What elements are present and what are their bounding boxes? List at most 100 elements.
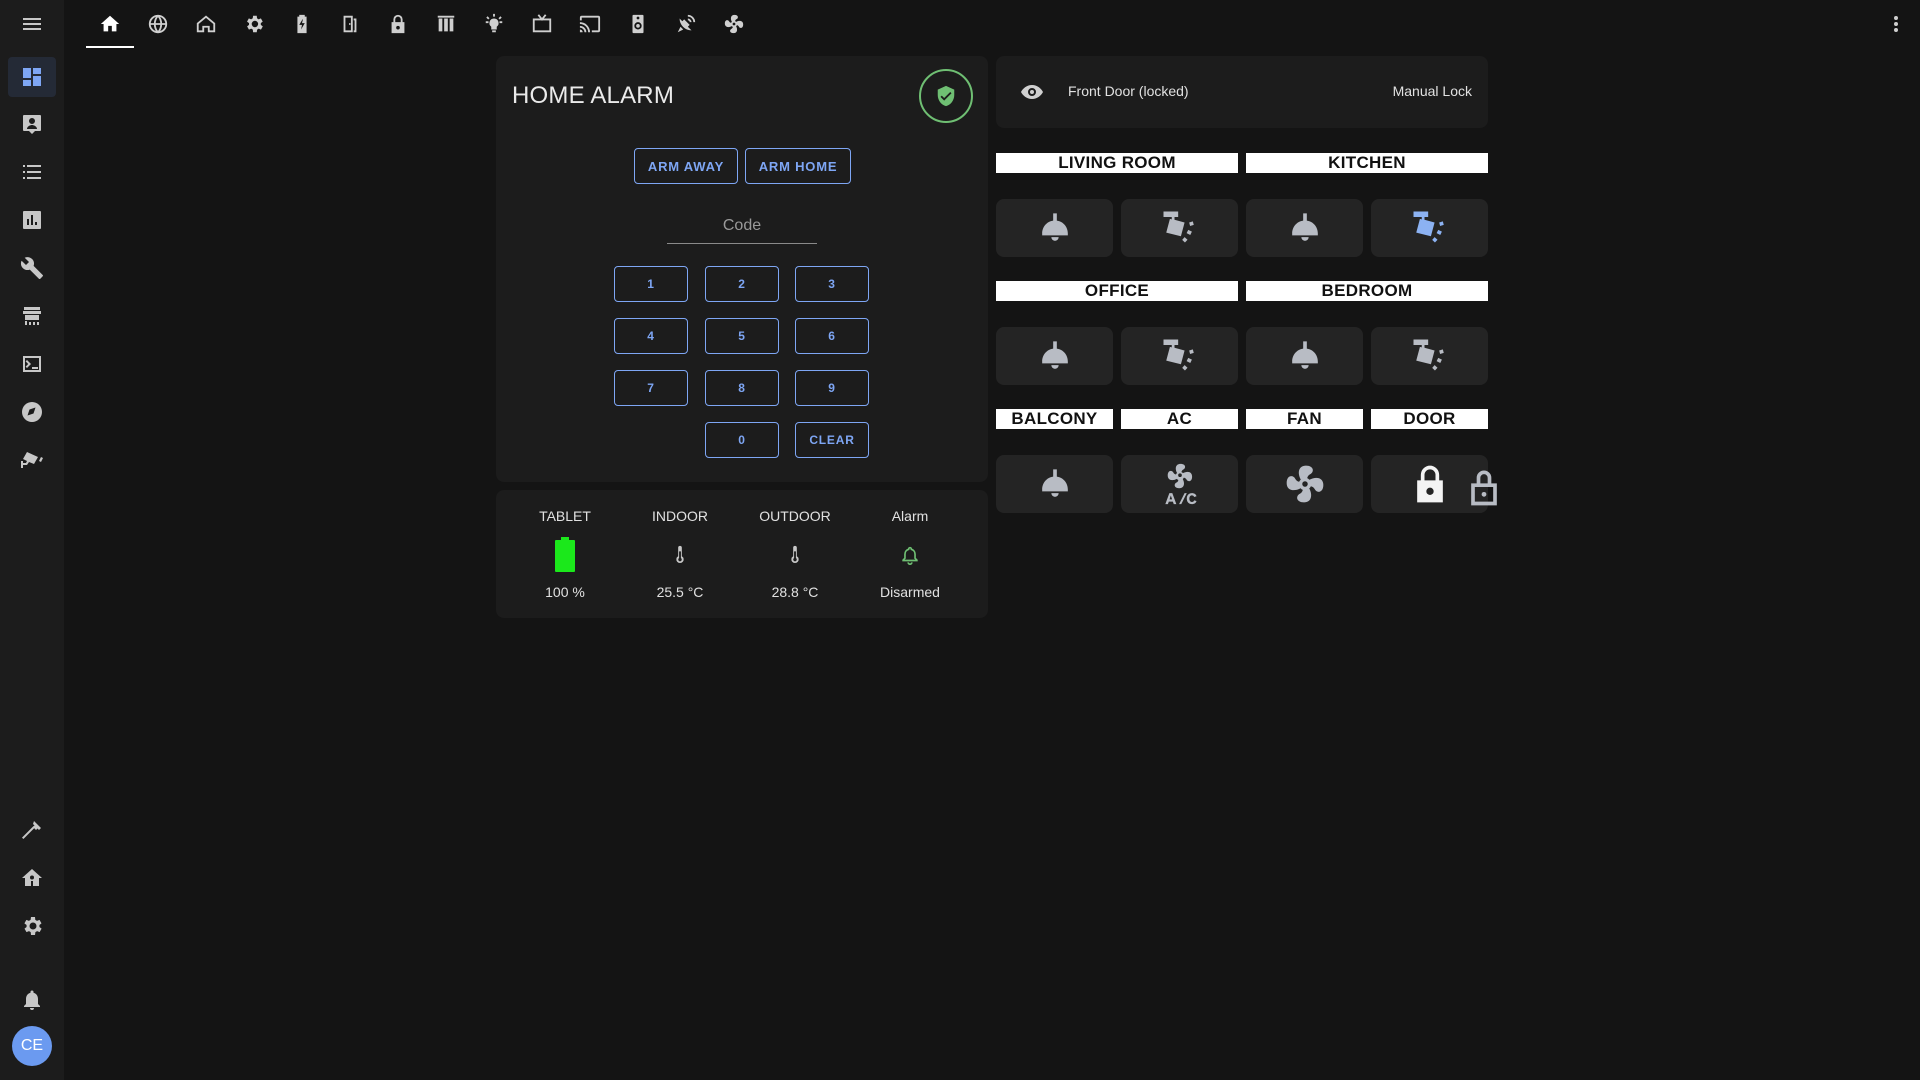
sensor-tablet[interactable]: TABLET 100 %: [510, 508, 620, 600]
sidebar-item-developer-tools[interactable]: [8, 810, 56, 850]
ceiling-light-icon: [1041, 469, 1068, 497]
cast-icon: [579, 15, 601, 33]
ac-button[interactable]: [1121, 455, 1238, 513]
office-spotlight-button[interactable]: [1121, 327, 1238, 385]
sidebar-item-overview[interactable]: [8, 57, 56, 97]
sidebar-item-people[interactable]: [8, 104, 56, 144]
tab-settings[interactable]: [230, 0, 278, 48]
menu-toggle-button[interactable]: [12, 4, 52, 44]
keypad-key-8[interactable]: 8: [705, 370, 779, 406]
home-outline-icon: [196, 15, 216, 33]
room-label-ac: AC: [1121, 409, 1238, 429]
tab-cast[interactable]: [566, 0, 614, 48]
keypad-key-5[interactable]: 5: [705, 318, 779, 354]
tab-network[interactable]: [134, 0, 182, 48]
room-label-door: DOOR: [1371, 409, 1488, 429]
keypad-key-9[interactable]: 9: [795, 370, 869, 406]
sensor-value: 28.8 °C: [771, 584, 819, 600]
ceiling-light-icon: [1291, 213, 1318, 241]
lightbulb-icon: [485, 13, 503, 33]
home-gear-icon: [22, 869, 42, 886]
user-avatar[interactable]: CE: [12, 1026, 52, 1066]
air-conditioner-icon: [1164, 463, 1196, 505]
spotlight-icon: [1413, 339, 1444, 371]
sensor-indoor[interactable]: INDOOR 25.5 °C: [625, 508, 735, 600]
wrench-icon: [20, 257, 43, 279]
keypad-key-3[interactable]: 3: [795, 266, 869, 302]
list-icon: [23, 165, 41, 179]
dots-vertical-icon: [1894, 16, 1898, 32]
ceiling-light-icon: [1041, 213, 1068, 241]
sidebar-item-hacs[interactable]: [8, 296, 56, 336]
globe-icon: [148, 14, 168, 34]
sensor-name: Alarm: [891, 508, 929, 524]
kitchen-ceiling-light-button[interactable]: [1246, 199, 1363, 257]
tab-locks[interactable]: [374, 0, 422, 48]
code-input[interactable]: Code: [667, 214, 817, 244]
keypad-clear-button[interactable]: CLEAR: [795, 422, 869, 458]
bedroom-ceiling-light-button[interactable]: [1246, 327, 1363, 385]
thermometer-icon: [676, 545, 684, 564]
keypad-key-7[interactable]: 7: [614, 370, 688, 406]
tab-climate[interactable]: [710, 0, 758, 48]
tab-energy[interactable]: [278, 0, 326, 48]
sidebar-item-tools[interactable]: [8, 248, 56, 288]
sidebar-item-terminal[interactable]: [8, 344, 56, 384]
tab-satellite[interactable]: [662, 0, 710, 48]
blinds-icon: [437, 15, 455, 32]
tab-blinds[interactable]: [422, 0, 470, 48]
gear-icon: [24, 917, 42, 935]
tab-media[interactable]: [518, 0, 566, 48]
sidebar-item-explore[interactable]: [8, 392, 56, 432]
office-ceiling-light-button[interactable]: [996, 327, 1113, 385]
alarm-state-badge[interactable]: [919, 69, 973, 123]
tab-speakers[interactable]: [614, 0, 662, 48]
tab-home[interactable]: [86, 0, 134, 48]
bell-icon: [24, 990, 40, 1010]
sensor-alarm[interactable]: Alarm Disarmed: [855, 508, 965, 600]
door-icon: [343, 15, 357, 33]
ceiling-light-icon: [1041, 341, 1068, 369]
keypad-key-6[interactable]: 6: [795, 318, 869, 354]
lock-icon: [391, 14, 405, 34]
sidebar-item-supervisor[interactable]: [8, 858, 56, 898]
sensor-value: 100 %: [545, 584, 585, 600]
arm-home-button[interactable]: ARM HOME: [745, 148, 851, 184]
account-box-icon: [23, 115, 41, 134]
battery-icon: [555, 537, 575, 572]
tab-doors[interactable]: [326, 0, 374, 48]
ceiling-light-icon: [1291, 341, 1318, 369]
keypad-key-4[interactable]: 4: [614, 318, 688, 354]
living-room-spotlight-button[interactable]: [1121, 199, 1238, 257]
keypad-key-0[interactable]: 0: [705, 422, 779, 458]
room-label-balcony: BALCONY: [996, 409, 1113, 429]
front-door-row[interactable]: Front Door (locked) Manual Lock: [996, 56, 1488, 128]
keypad-key-1[interactable]: 1: [614, 266, 688, 302]
sidebar-item-history[interactable]: [8, 200, 56, 240]
door-entity-state: Manual Lock: [1392, 83, 1472, 99]
tab-lights[interactable]: [470, 0, 518, 48]
sensor-outdoor[interactable]: OUTDOOR 28.8 °C: [740, 508, 850, 600]
sidebar-item-cameras[interactable]: [8, 440, 56, 480]
kitchen-spotlight-button[interactable]: [1371, 199, 1488, 257]
keypad-key-2[interactable]: 2: [705, 266, 779, 302]
battery-charging-icon: [297, 14, 307, 34]
overflow-menu-button[interactable]: [1884, 12, 1908, 36]
bedroom-spotlight-button[interactable]: [1371, 327, 1488, 385]
door-lock-button[interactable]: [1371, 455, 1497, 513]
sensor-value: Disarmed: [880, 584, 940, 600]
arm-away-button[interactable]: ARM AWAY: [634, 148, 738, 184]
tab-house[interactable]: [182, 0, 230, 48]
sidebar-item-notifications[interactable]: [8, 980, 56, 1020]
cctv-icon: [21, 452, 43, 468]
hammer-icon: [22, 821, 41, 839]
room-label-living-room: LIVING ROOM: [996, 153, 1238, 173]
balcony-ceiling-light-button[interactable]: [996, 455, 1113, 513]
sidebar-item-settings[interactable]: [8, 906, 56, 946]
sidebar: CE: [0, 0, 64, 1080]
chart-box-icon: [23, 211, 41, 229]
sidebar-item-logbook[interactable]: [8, 152, 56, 192]
thermometer-icon: [791, 545, 799, 564]
fan-button[interactable]: [1246, 455, 1363, 513]
living-room-ceiling-light-button[interactable]: [996, 199, 1113, 257]
